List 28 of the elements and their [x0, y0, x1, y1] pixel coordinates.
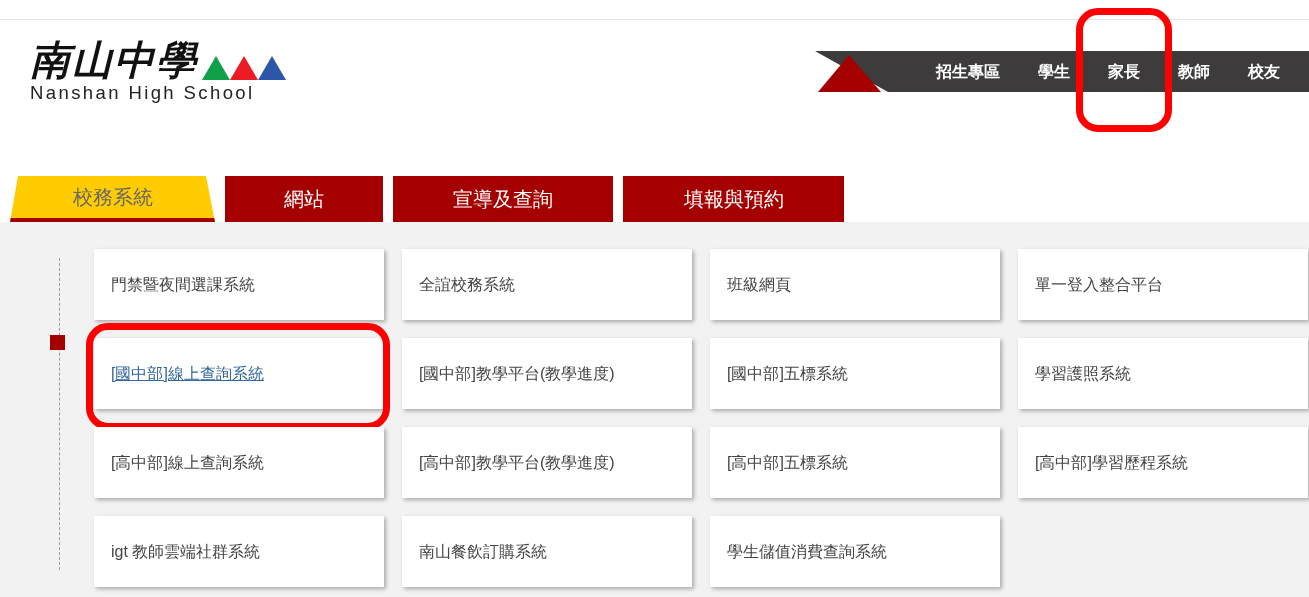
- nav-link[interactable]: 學生: [1019, 61, 1089, 81]
- logo-text: 南山中學: [30, 40, 198, 80]
- system-link[interactable]: [高中部]五標系統: [727, 450, 848, 475]
- nav-link[interactable]: 招生專區: [917, 61, 1019, 81]
- nav-link[interactable]: 校友: [1229, 61, 1299, 81]
- square-marker: [50, 335, 65, 350]
- system-link[interactable]: [高中部]線上查詢系統: [111, 450, 264, 475]
- logo-subtitle: Nanshan High School: [30, 84, 256, 103]
- system-link[interactable]: 門禁暨夜間選課系統: [111, 272, 255, 297]
- system-link[interactable]: 班級網頁: [727, 272, 791, 297]
- system-link[interactable]: 南山餐飲訂購系統: [419, 539, 547, 564]
- system-link[interactable]: [國中部]線上查詢系統: [111, 361, 264, 386]
- system-link[interactable]: igt 教師雲端社群系統: [111, 539, 261, 564]
- system-link[interactable]: [高中部]學習歷程系統: [1035, 450, 1188, 475]
- tab[interactable]: 填報與預約: [623, 176, 844, 222]
- tab[interactable]: 宣導及查詢: [393, 176, 613, 222]
- system-link[interactable]: 單一登入整合平台: [1035, 272, 1163, 297]
- system-link[interactable]: 學習護照系統: [1035, 361, 1131, 386]
- nav-link[interactable]: 教師: [1159, 61, 1229, 81]
- system-link[interactable]: [國中部]教學平台(教學進度): [419, 361, 615, 386]
- system-link[interactable]: [高中部]教學平台(教學進度): [419, 450, 615, 475]
- system-link[interactable]: 全誼校務系統: [419, 272, 515, 297]
- tab[interactable]: 網站: [225, 176, 383, 222]
- nav-link[interactable]: 家長: [1089, 61, 1159, 81]
- tab[interactable]: 校務系統: [10, 176, 215, 222]
- triangles-logo-icon: [202, 54, 286, 80]
- system-link[interactable]: 學生儲值消費查詢系統: [727, 539, 887, 564]
- system-link[interactable]: [國中部]五標系統: [727, 361, 848, 386]
